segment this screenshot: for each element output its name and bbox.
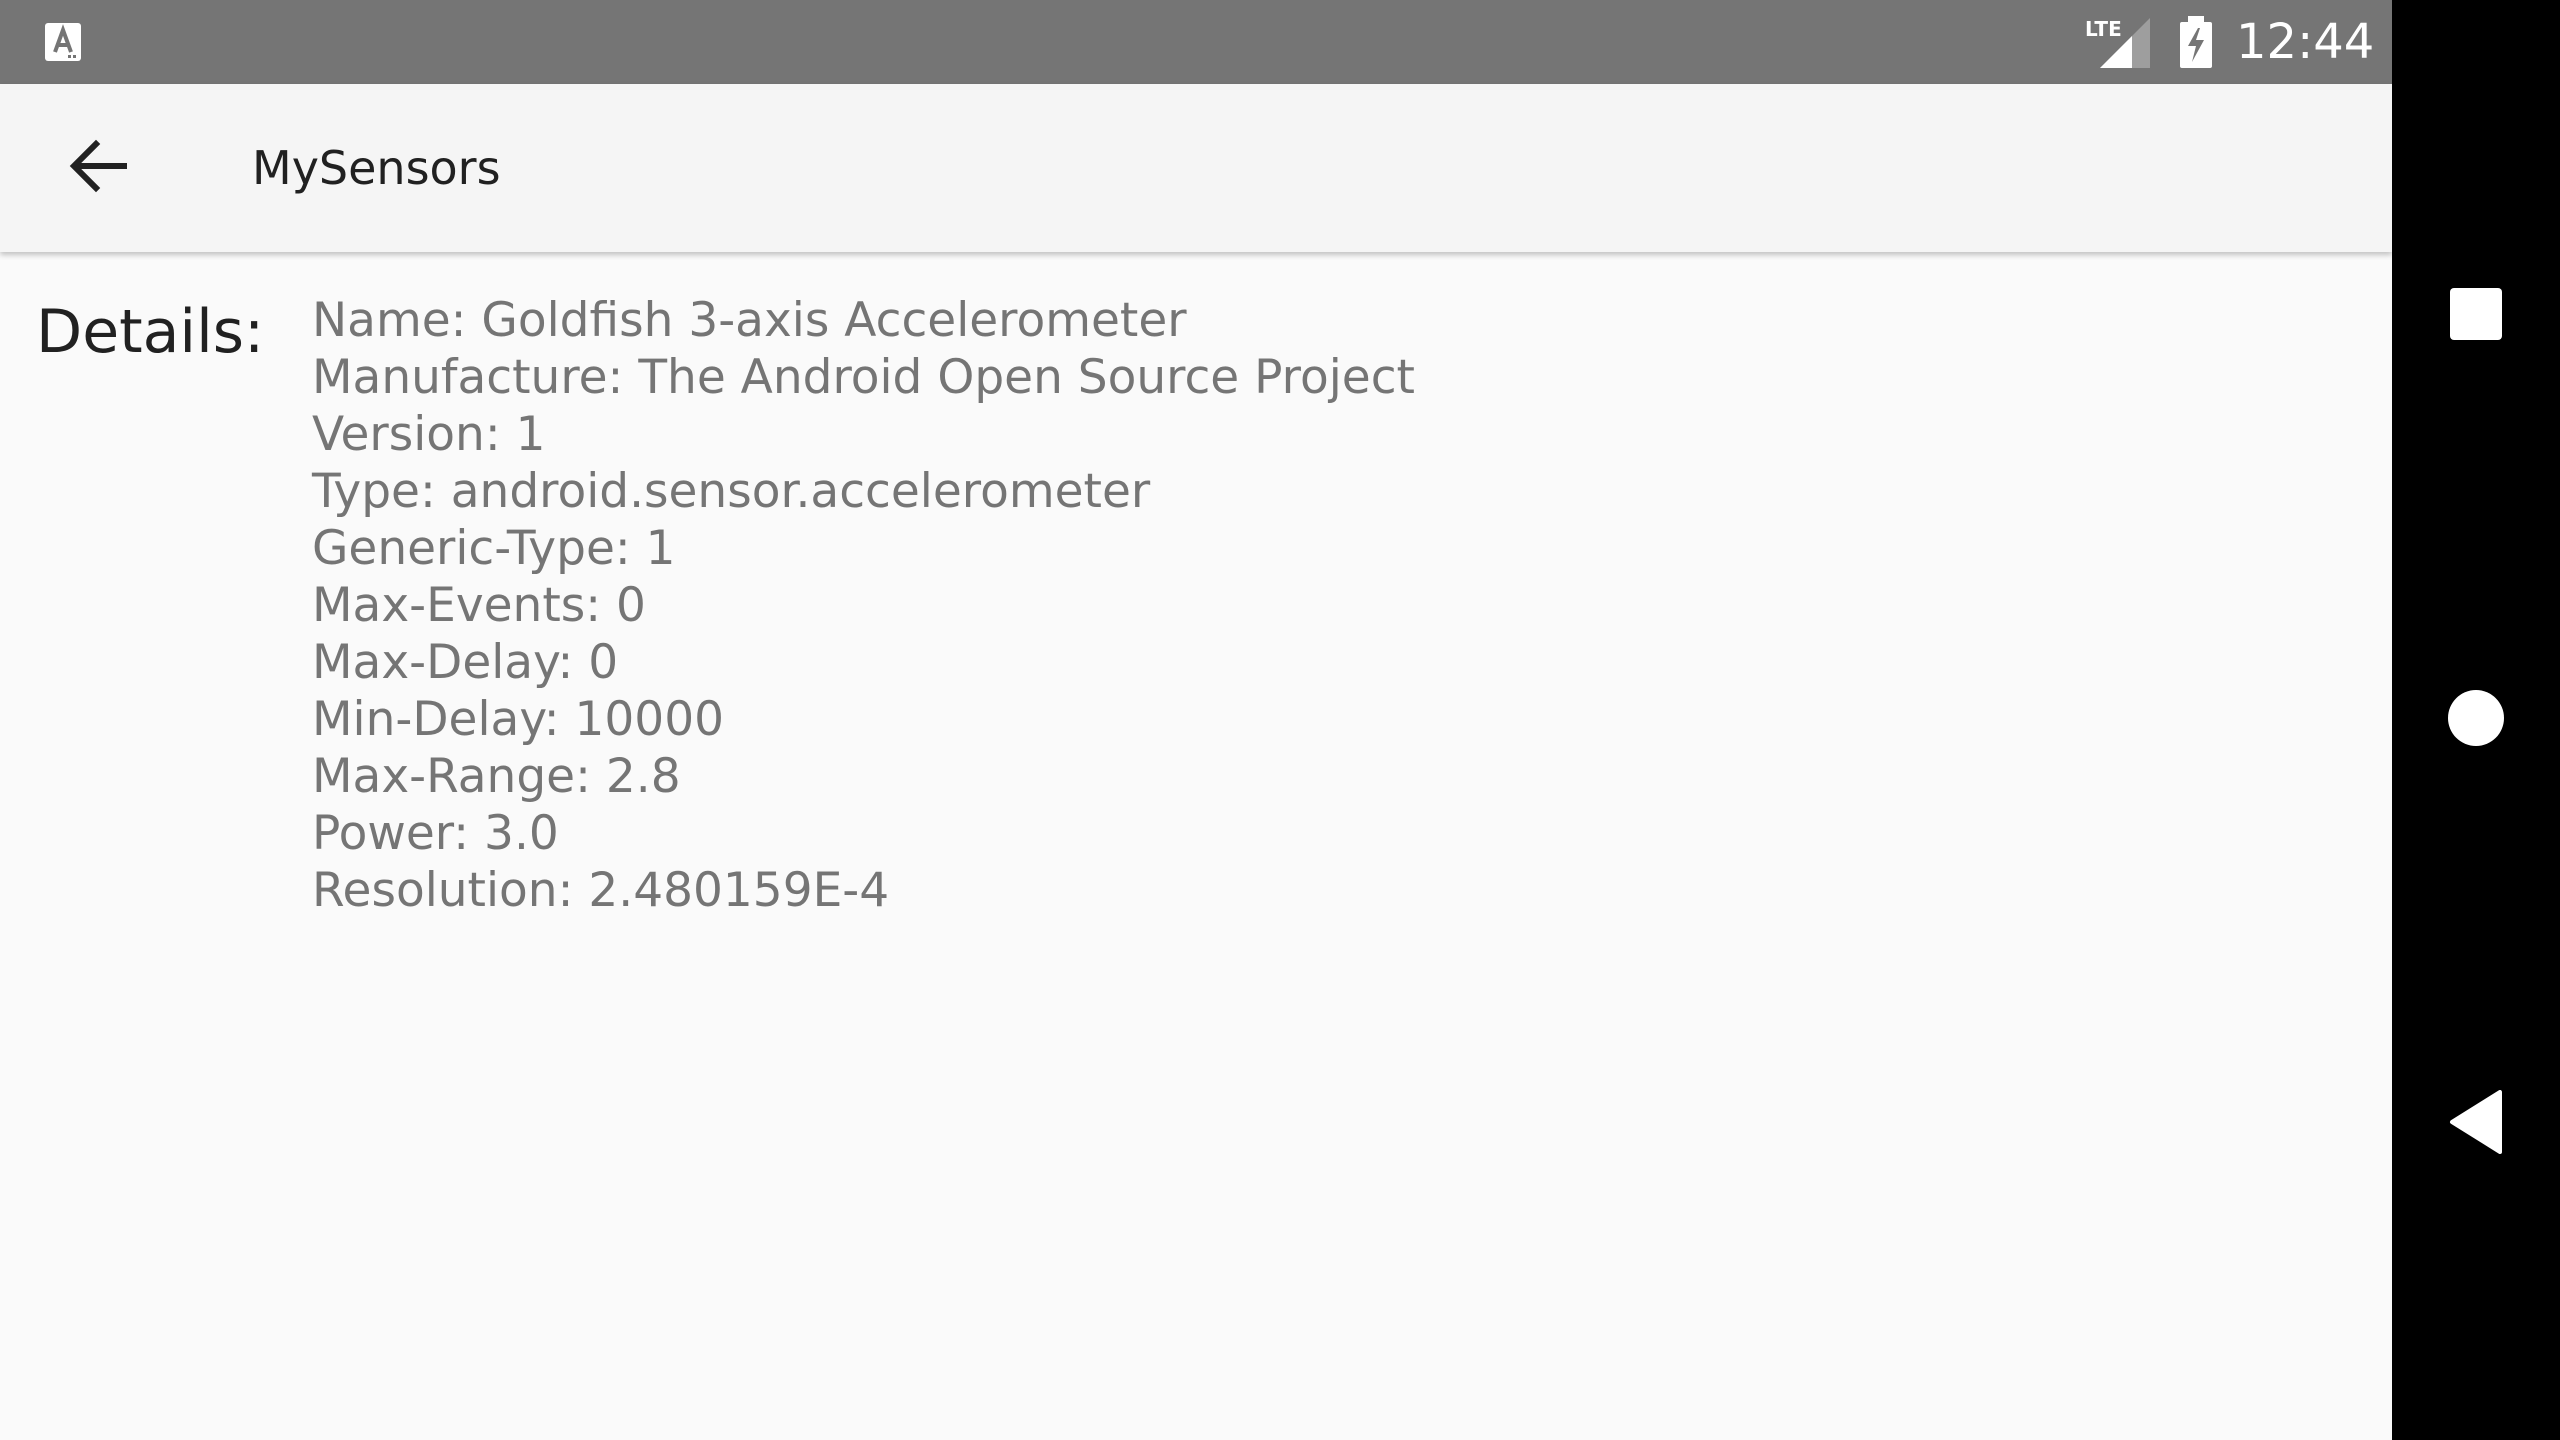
lte-label: LTE <box>2085 17 2122 41</box>
home-icon <box>2446 688 2506 752</box>
recents-button[interactable] <box>2412 252 2540 380</box>
text-input-notification-icon <box>44 22 82 62</box>
lte-signal-icon: LTE <box>2084 14 2152 70</box>
home-button[interactable] <box>2412 656 2540 784</box>
detail-resolution: Resolution: 2.480159E-4 <box>312 863 890 918</box>
details-list: Name: Goldfish 3-axis Accelerometer Manu… <box>312 292 1415 919</box>
detail-max-delay: Max-Delay: 0 <box>312 635 619 690</box>
sensor-details-panel: Details: Name: Goldfish 3-axis Accelerom… <box>0 252 2392 1440</box>
app-bar: MySensors <box>0 84 2392 252</box>
detail-type: Type: android.sensor.accelerometer <box>312 464 1151 519</box>
arrow-back-icon <box>66 134 130 202</box>
status-clock: 12:44 <box>2236 14 2375 70</box>
back-button[interactable] <box>44 124 152 212</box>
detail-manufacture: Manufacture: The Android Open Source Pro… <box>312 350 1415 405</box>
back-triangle-icon <box>2448 1090 2504 1158</box>
detail-generic-type: Generic-Type: 1 <box>312 521 676 576</box>
nav-back-button[interactable] <box>2412 1060 2540 1188</box>
screen: LTE 12:44 MySensors Details: Name: Goldf… <box>0 0 2560 1440</box>
status-bar: LTE 12:44 <box>0 0 2392 84</box>
detail-power: Power: 3.0 <box>312 806 559 861</box>
navigation-bar <box>2392 0 2560 1440</box>
detail-max-range: Max-Range: 2.8 <box>312 749 681 804</box>
detail-max-events: Max-Events: 0 <box>312 578 646 633</box>
battery-charging-icon <box>2178 14 2214 70</box>
recents-icon <box>2448 286 2504 346</box>
detail-version: Version: 1 <box>312 407 546 462</box>
app-title: MySensors <box>252 141 501 195</box>
details-label: Details: <box>36 297 265 367</box>
detail-min-delay: Min-Delay: 10000 <box>312 692 725 747</box>
detail-name: Name: Goldfish 3-axis Accelerometer <box>312 293 1187 348</box>
